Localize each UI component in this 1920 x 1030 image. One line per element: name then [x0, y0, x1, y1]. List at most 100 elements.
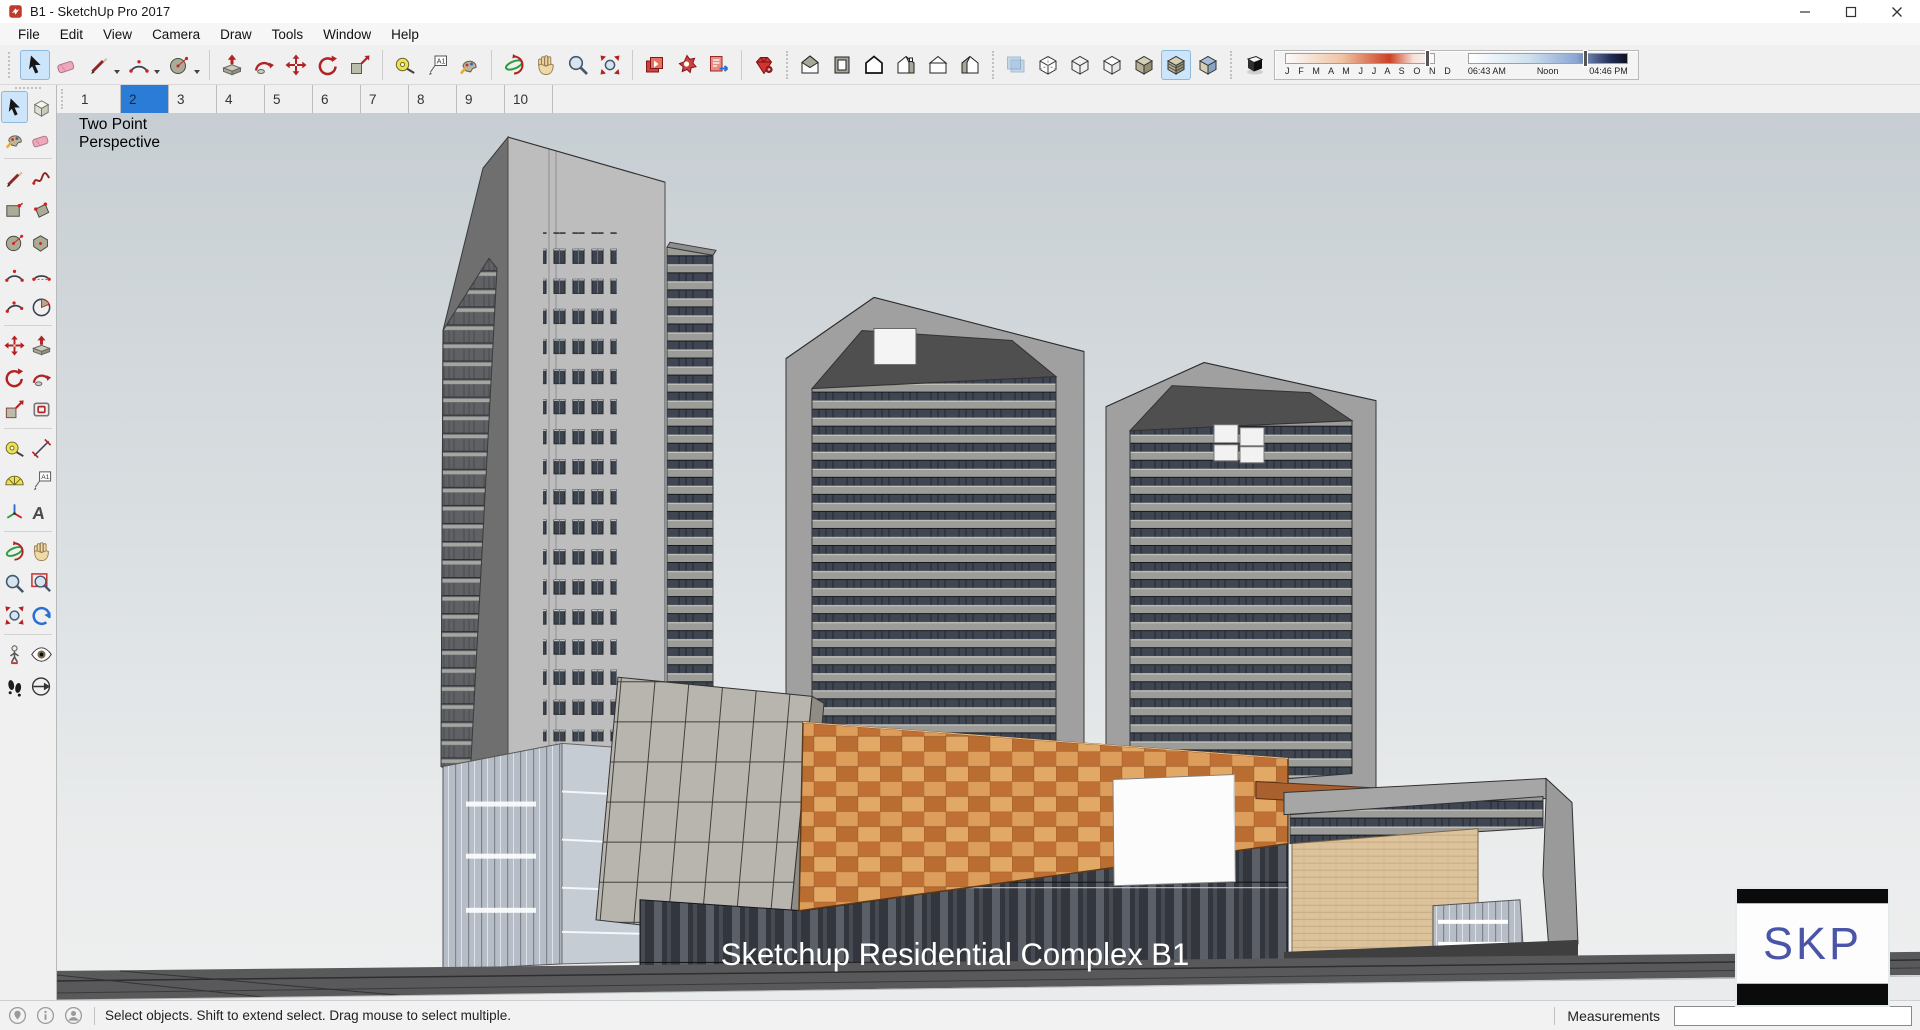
line-tool[interactable] [1, 162, 28, 194]
menu-tools[interactable]: Tools [262, 25, 314, 44]
scale-tool[interactable] [1, 393, 28, 425]
follow-me-tool-button[interactable] [249, 50, 279, 80]
move-tool[interactable] [1, 329, 28, 361]
text-tool-button[interactable] [422, 50, 452, 80]
follow-me-tool[interactable] [28, 361, 55, 393]
3d-text-tool[interactable] [28, 496, 55, 528]
left-view-button[interactable] [955, 50, 985, 80]
date-slider-thumb[interactable] [1425, 50, 1430, 67]
scene-tab-1[interactable]: 1 [73, 85, 121, 113]
rectangle-tool[interactable] [1, 194, 28, 226]
menu-draw[interactable]: Draw [210, 25, 262, 44]
paint-bucket-tool-button[interactable] [454, 50, 484, 80]
back-view-button[interactable] [923, 50, 953, 80]
scene-tab-7[interactable]: 7 [361, 85, 409, 113]
xray-style-button[interactable] [1001, 50, 1031, 80]
rotate-tool[interactable] [1, 361, 28, 393]
section-plane-tool[interactable] [28, 670, 55, 702]
look-around-tool[interactable] [28, 638, 55, 670]
arc-dropdown-caret-icon[interactable] [154, 70, 160, 74]
scene-tab-2[interactable]: 2 [121, 85, 169, 113]
menu-edit[interactable]: Edit [50, 25, 93, 44]
toolbar-gripper[interactable] [786, 51, 788, 79]
monochrome-style-button[interactable] [1193, 50, 1223, 80]
select-tool[interactable] [1, 91, 28, 123]
right-view-button[interactable] [891, 50, 921, 80]
tape-measure-tool[interactable] [1, 432, 28, 464]
offset-tool[interactable] [28, 393, 55, 425]
get-models-button[interactable] [640, 50, 670, 80]
orbit-tool[interactable] [1, 535, 28, 567]
pan-tool-button[interactable] [531, 50, 561, 80]
back-edges-style-button[interactable] [1033, 50, 1063, 80]
shaded-with-textures-style-button[interactable] [1161, 50, 1191, 80]
rotated-rectangle-tool[interactable] [28, 194, 55, 226]
scene-tab-5[interactable]: 5 [265, 85, 313, 113]
tape-measure-tool-button[interactable] [390, 50, 420, 80]
maximize-button[interactable] [1828, 0, 1874, 23]
tabs-grip[interactable] [61, 89, 69, 109]
share-component-button[interactable] [704, 50, 734, 80]
front-view-button[interactable] [859, 50, 889, 80]
protractor-tool[interactable] [1, 464, 28, 496]
line-tool-button[interactable] [84, 50, 114, 80]
arc-tool[interactable] [1, 258, 28, 290]
two-point-arc-tool[interactable] [28, 258, 55, 290]
iso-view-button[interactable] [795, 50, 825, 80]
scale-tool-button[interactable] [345, 50, 375, 80]
freehand-tool[interactable] [28, 162, 55, 194]
model-canvas[interactable]: Sketchup Residential Complex B1 [57, 113, 1920, 1000]
orbit-tool-button[interactable] [499, 50, 529, 80]
share-model-button[interactable] [672, 50, 702, 80]
zoom-extents-tool[interactable] [1, 599, 28, 631]
push-pull-tool-button[interactable] [217, 50, 247, 80]
menu-help[interactable]: Help [381, 25, 429, 44]
polygon-tool[interactable] [28, 226, 55, 258]
position-camera-tool[interactable] [1, 638, 28, 670]
scene-tab-3[interactable]: 3 [169, 85, 217, 113]
menu-file[interactable]: File [8, 25, 50, 44]
hidden-line-style-button[interactable] [1097, 50, 1127, 80]
zoom-tool[interactable] [1, 567, 28, 599]
measurements-input[interactable] [1674, 1006, 1912, 1026]
dimension-tool[interactable] [28, 432, 55, 464]
sign-in-icon[interactable] [64, 1006, 83, 1025]
eraser-tool-button[interactable] [52, 50, 82, 80]
top-view-button[interactable] [827, 50, 857, 80]
toolbar-gripper[interactable] [992, 51, 994, 79]
text-tool[interactable] [28, 464, 55, 496]
shadow-time-slider[interactable]: 06:43 AM Noon 04:46 PM [1468, 53, 1628, 76]
axes-tool[interactable] [1, 496, 28, 528]
geolocation-icon[interactable] [8, 1006, 27, 1025]
time-slider-thumb[interactable] [1583, 50, 1588, 67]
scene-tab-9[interactable]: 9 [457, 85, 505, 113]
eraser-tool[interactable] [28, 123, 55, 155]
pan-tool[interactable] [28, 535, 55, 567]
menu-window[interactable]: Window [313, 25, 381, 44]
zoom-tool-button[interactable] [563, 50, 593, 80]
menu-camera[interactable]: Camera [142, 25, 210, 44]
palette-grip[interactable] [15, 87, 41, 89]
walk-tool[interactable] [1, 670, 28, 702]
model-viewport[interactable]: Sketchup Residential Complex B1 Two Poin… [57, 113, 1920, 1000]
previous-view-tool[interactable] [28, 599, 55, 631]
pie-tool[interactable] [28, 290, 55, 322]
make-component-tool[interactable] [28, 91, 55, 123]
minimize-button[interactable] [1782, 0, 1828, 23]
toolbar-gripper[interactable] [1230, 51, 1232, 79]
extension-warehouse-button[interactable] [749, 50, 779, 80]
scene-tab-4[interactable]: 4 [217, 85, 265, 113]
credits-info-icon[interactable] [36, 1006, 55, 1025]
zoom-extents-tool-button[interactable] [595, 50, 625, 80]
select-tool-button[interactable] [20, 50, 50, 80]
shapes-dropdown-caret-icon[interactable] [194, 70, 200, 74]
menu-view[interactable]: View [93, 25, 142, 44]
shaded-style-button[interactable] [1129, 50, 1159, 80]
arc-tool-button[interactable] [124, 50, 154, 80]
scene-tab-6[interactable]: 6 [313, 85, 361, 113]
line-dropdown-caret-icon[interactable] [114, 70, 120, 74]
shapes-tool-button[interactable] [164, 50, 194, 80]
paint-bucket-tool[interactable] [1, 123, 28, 155]
shadow-date-slider[interactable]: J F M A M J J A S O N D [1285, 53, 1454, 76]
circle-tool[interactable] [1, 226, 28, 258]
